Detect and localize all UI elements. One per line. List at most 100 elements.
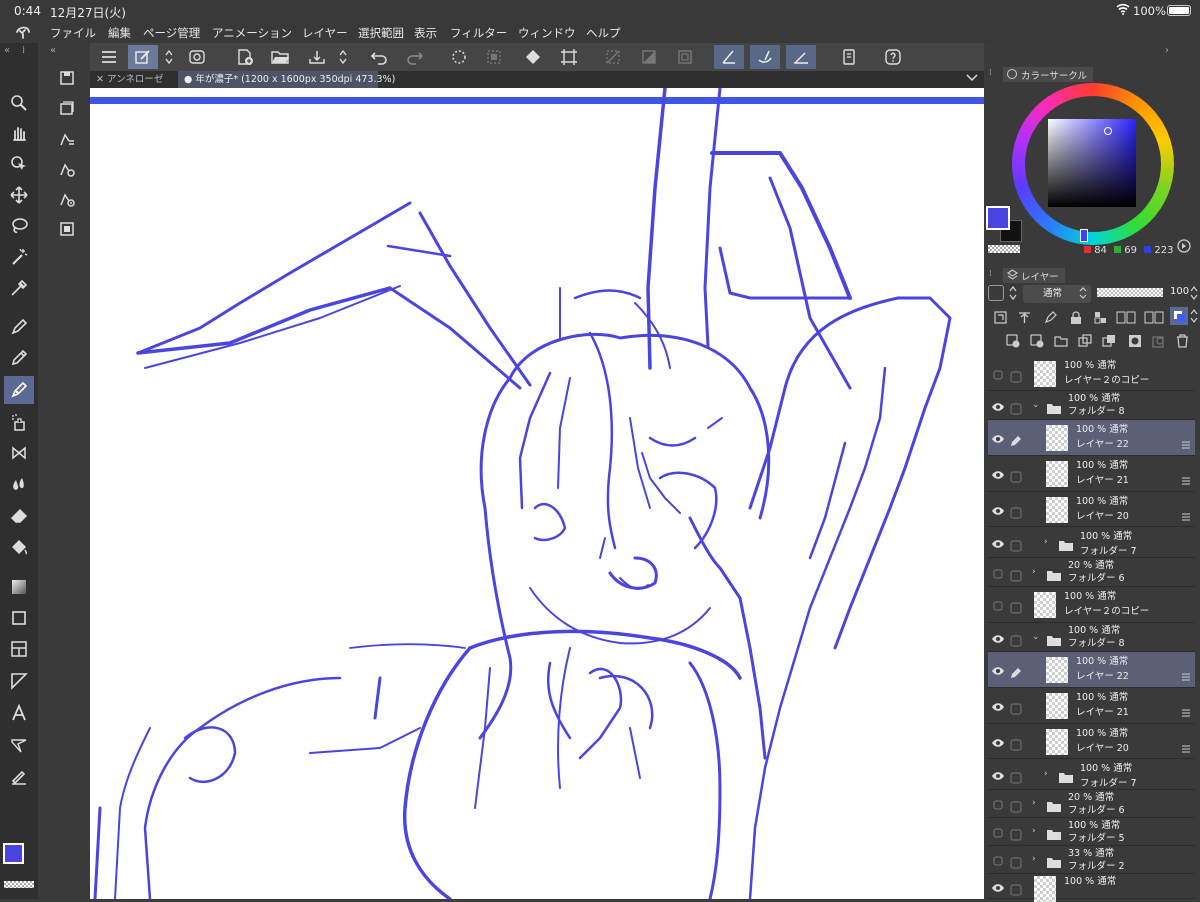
new-raster-layer-icon[interactable]: [1006, 333, 1020, 352]
save-icon[interactable]: [54, 65, 80, 91]
layer-check-icon[interactable]: [1010, 504, 1022, 523]
new-folder-icon[interactable]: [1054, 333, 1068, 352]
layer-row[interactable]: 100 % 通常 レイヤー 21: [988, 456, 1195, 492]
menu-animation[interactable]: アニメーション: [212, 25, 292, 41]
editing-pen-icon[interactable]: [1010, 432, 1022, 451]
layer-color-toggle[interactable]: [988, 285, 1004, 301]
ruler-range-icon[interactable]: [1144, 309, 1164, 328]
layer-folder-row[interactable]: › 20 % 通常 フォルダー 6: [988, 790, 1195, 818]
visibility-eye-icon[interactable]: [991, 566, 1005, 580]
text-tool-icon[interactable]: [4, 699, 34, 727]
layer-check-icon[interactable]: [1010, 798, 1022, 817]
tab-list-chevron-icon[interactable]: [966, 73, 978, 86]
eyedropper-icon[interactable]: [4, 274, 34, 302]
balloon-tool-icon[interactable]: [4, 731, 34, 759]
layer-check-icon[interactable]: [1010, 468, 1022, 487]
tab-close-icon[interactable]: ✕: [96, 74, 104, 85]
visibility-eye-icon[interactable]: [991, 467, 1005, 481]
visibility-eye-icon[interactable]: [991, 880, 1005, 894]
clear-outside-icon[interactable]: [479, 45, 509, 69]
menu-edit[interactable]: 編集: [108, 25, 131, 41]
help-icon[interactable]: [878, 45, 908, 69]
layer-check-icon[interactable]: [1010, 769, 1022, 788]
fill-tool-icon[interactable]: [4, 533, 34, 561]
opacity-updown-icon[interactable]: [1190, 285, 1198, 305]
visibility-eye-icon[interactable]: [991, 367, 1005, 381]
rule-target-icon[interactable]: [54, 186, 80, 212]
layer-folder-row[interactable]: › 100 % 通常 フォルダー 7: [988, 759, 1195, 790]
main-color-swatch-panel[interactable]: [986, 206, 1010, 230]
visibility-eye-icon[interactable]: [991, 797, 1005, 811]
blend-tool-icon[interactable]: [4, 470, 34, 498]
deselect-icon[interactable]: [598, 45, 628, 69]
menu-selection[interactable]: 選択範囲: [358, 25, 404, 41]
color-circle-tab[interactable]: カラーサークル: [1003, 67, 1094, 82]
layer-menu-icon[interactable]: [1182, 506, 1190, 520]
layer-folder-row[interactable]: › 33 % 通常 フォルダー 2: [988, 846, 1195, 874]
object-select-icon[interactable]: [4, 150, 34, 178]
draft-layer-icon[interactable]: [1044, 309, 1057, 328]
layer-check-icon[interactable]: [1010, 881, 1022, 900]
menu-layer[interactable]: レイヤー: [302, 25, 348, 41]
layer-menu-icon[interactable]: [1182, 666, 1190, 681]
visibility-eye-icon[interactable]: [991, 663, 1005, 677]
layer-color-updown-icon[interactable]: [1008, 285, 1018, 305]
layer-check-icon[interactable]: [1010, 632, 1022, 651]
visibility-eye-icon[interactable]: [991, 503, 1005, 517]
move-tool-icon[interactable]: [4, 181, 34, 209]
hue-cursor[interactable]: [1080, 229, 1088, 242]
layer-row[interactable]: 100 % 通常 レイヤー 20: [988, 724, 1195, 759]
reference-layer-icon[interactable]: [1018, 309, 1031, 328]
transparent-swatch[interactable]: [988, 245, 1020, 253]
selection-border-icon[interactable]: [670, 45, 700, 69]
clip-icon[interactable]: [994, 309, 1007, 328]
layers-stack-icon[interactable]: [54, 95, 80, 121]
visibility-eye-icon[interactable]: [991, 631, 1005, 645]
panel-grip-icon[interactable]: ⁞: [989, 68, 992, 78]
layer-row[interactable]: 100 % 通常 レイヤー 22: [988, 652, 1195, 688]
color-picker-cursor[interactable]: [1104, 127, 1112, 135]
hand-tool-icon[interactable]: [4, 119, 34, 147]
transparent-color-swatch[interactable]: [4, 881, 34, 888]
ruler-tool-icon[interactable]: [4, 667, 34, 695]
layer-menu-icon[interactable]: [1182, 434, 1190, 449]
ruler-snap-icon[interactable]: [714, 45, 744, 69]
invert-selection-icon[interactable]: [634, 45, 664, 69]
stabilization-icon[interactable]: [182, 45, 212, 69]
layer-row[interactable]: 100 % 通常 レイヤー２のコピー: [988, 587, 1195, 623]
layer-menu-icon[interactable]: [1182, 470, 1190, 485]
layer-check-icon[interactable]: [1010, 826, 1022, 845]
app-logo-icon[interactable]: [14, 24, 32, 43]
clear-icon[interactable]: [444, 45, 474, 69]
menu-file[interactable]: ファイル: [50, 25, 96, 41]
layer-color-icon[interactable]: [1170, 307, 1188, 325]
layer-menu-icon[interactable]: [1182, 738, 1190, 752]
layer-tab[interactable]: レイヤー: [1003, 268, 1065, 283]
folder-expand-chevron-icon[interactable]: ⌄: [1032, 400, 1040, 410]
color-mode-icon[interactable]: [1177, 238, 1191, 257]
pen-tool-icon[interactable]: [4, 313, 34, 341]
pencil-tool-icon[interactable]: [4, 344, 34, 372]
redo-icon[interactable]: [400, 45, 430, 69]
layer-check-icon[interactable]: [1010, 599, 1022, 618]
apply-mask-icon[interactable]: [1152, 333, 1166, 352]
folder-collapsed-chevron-icon[interactable]: ›: [1032, 798, 1036, 808]
folder-collapsed-chevron-icon[interactable]: ›: [1044, 537, 1048, 547]
layer-check-icon[interactable]: [1010, 537, 1022, 556]
visibility-eye-icon[interactable]: [991, 768, 1005, 782]
decoration-icon[interactable]: [4, 439, 34, 467]
special-ruler-snap-icon[interactable]: [750, 45, 780, 69]
layer-folder-row[interactable]: ⌄ 100 % 通常 フォルダー 8: [988, 391, 1195, 420]
visibility-eye-icon[interactable]: [991, 598, 1005, 612]
tab-current-document[interactable]: ● 年が濃子* (1200 x 1600px 350dpi 473.3%): [178, 71, 395, 88]
rule-list-icon[interactable]: [54, 126, 80, 152]
fill-command-icon[interactable]: [518, 45, 548, 69]
collapse-left-icon[interactable]: «: [4, 45, 10, 56]
layer-row[interactable]: 100 % 通常 レイヤー２のコピー: [988, 356, 1195, 391]
new-page-icon[interactable]: [230, 45, 260, 69]
layer-check-icon[interactable]: [1010, 854, 1022, 873]
edit-mode-icon[interactable]: [128, 45, 158, 69]
open-folder-icon[interactable]: [265, 45, 295, 69]
menu-help[interactable]: ヘルプ: [586, 25, 621, 41]
figure-tool-icon[interactable]: [4, 604, 34, 632]
